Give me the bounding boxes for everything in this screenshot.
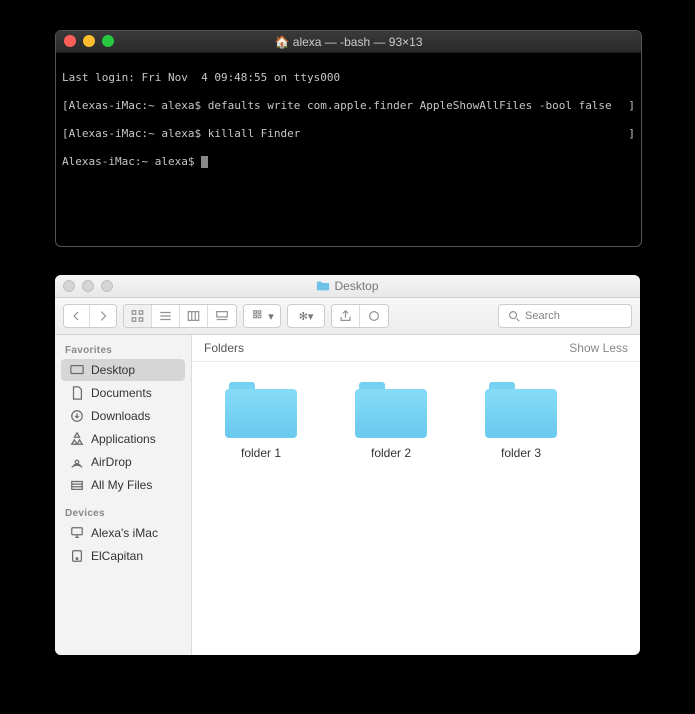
terminal-line: Alexas-iMac:~ alexa$ bbox=[62, 155, 635, 169]
finder-title: Desktop bbox=[334, 279, 378, 293]
sidebar-item-documents[interactable]: Documents bbox=[61, 382, 185, 404]
action-button[interactable]: ✻▾ bbox=[288, 305, 324, 327]
share-button[interactable] bbox=[332, 305, 360, 327]
sidebar-item-label: Applications bbox=[91, 432, 156, 446]
sidebar-item-imac[interactable]: Alexa's iMac bbox=[61, 522, 185, 544]
sidebar-item-label: Downloads bbox=[91, 409, 150, 423]
sidebar-header-favorites: Favorites bbox=[55, 341, 191, 358]
folder-item[interactable]: folder 1 bbox=[216, 382, 306, 460]
sidebar-item-allmyfiles[interactable]: All My Files bbox=[61, 474, 185, 496]
finder-sidebar: Favorites Desktop Documents Downloads Ap… bbox=[55, 335, 192, 655]
close-button[interactable] bbox=[64, 35, 76, 47]
finder-titlebar: Desktop bbox=[55, 275, 640, 298]
sidebar-item-applications[interactable]: Applications bbox=[61, 428, 185, 450]
folder-icon bbox=[485, 382, 557, 438]
disk-icon bbox=[69, 548, 85, 564]
search-icon bbox=[505, 309, 523, 323]
view-coverflow-button[interactable] bbox=[208, 305, 236, 327]
view-column-button[interactable] bbox=[180, 305, 208, 327]
close-button[interactable] bbox=[63, 280, 75, 292]
arrange-button[interactable]: ▾ bbox=[244, 305, 280, 327]
tags-button[interactable] bbox=[360, 305, 388, 327]
finder-toolbar: ▾ ✻▾ bbox=[55, 298, 640, 335]
gear-icon: ✻ bbox=[299, 310, 308, 323]
folder-icon bbox=[355, 382, 427, 438]
sidebar-item-label: ElCapitan bbox=[91, 549, 143, 563]
search-input[interactable] bbox=[523, 309, 607, 323]
sidebar-item-label: Desktop bbox=[91, 363, 135, 377]
terminal-content[interactable]: Last login: Fri Nov 4 09:48:55 on ttys00… bbox=[56, 53, 641, 201]
section-label: Folders bbox=[204, 341, 244, 355]
terminal-title: alexa — -bash — 93×13 bbox=[293, 35, 423, 49]
back-button[interactable] bbox=[64, 305, 90, 327]
desktop-icon bbox=[69, 362, 85, 378]
applications-icon bbox=[69, 431, 85, 447]
terminal-line: [Alexas-iMac:~ alexa$ defaults write com… bbox=[62, 99, 635, 113]
finder-window: Desktop ▾ ✻▾ bbox=[55, 275, 640, 655]
documents-icon bbox=[69, 385, 85, 401]
folder-label: folder 2 bbox=[371, 446, 411, 460]
terminal-titlebar: 🏠 alexa — -bash — 93×13 bbox=[56, 31, 641, 53]
sidebar-header-devices: Devices bbox=[55, 504, 191, 521]
forward-button[interactable] bbox=[90, 305, 116, 327]
allmyfiles-icon bbox=[69, 477, 85, 493]
sidebar-item-downloads[interactable]: Downloads bbox=[61, 405, 185, 427]
terminal-line: [Alexas-iMac:~ alexa$ killall Finder] bbox=[62, 127, 635, 141]
view-list-button[interactable] bbox=[152, 305, 180, 327]
zoom-button[interactable] bbox=[101, 280, 113, 292]
sidebar-item-label: Alexa's iMac bbox=[91, 526, 158, 540]
view-icon-button[interactable] bbox=[124, 305, 152, 327]
folder-icon bbox=[316, 279, 330, 293]
folder-icon bbox=[225, 382, 297, 438]
folder-item[interactable]: folder 2 bbox=[346, 382, 436, 460]
folder-label: folder 3 bbox=[501, 446, 541, 460]
sidebar-item-elcapitan[interactable]: ElCapitan bbox=[61, 545, 185, 567]
imac-icon bbox=[69, 525, 85, 541]
folder-label: folder 1 bbox=[241, 446, 281, 460]
search-field[interactable] bbox=[498, 304, 632, 328]
minimize-button[interactable] bbox=[82, 280, 94, 292]
sidebar-item-label: All My Files bbox=[91, 478, 152, 492]
terminal-line: Last login: Fri Nov 4 09:48:55 on ttys00… bbox=[62, 71, 635, 85]
airdrop-icon bbox=[69, 454, 85, 470]
zoom-button[interactable] bbox=[102, 35, 114, 47]
sidebar-item-label: AirDrop bbox=[91, 455, 132, 469]
cursor bbox=[201, 156, 208, 168]
sidebar-item-airdrop[interactable]: AirDrop bbox=[61, 451, 185, 473]
folder-item[interactable]: folder 3 bbox=[476, 382, 566, 460]
sidebar-item-desktop[interactable]: Desktop bbox=[61, 359, 185, 381]
minimize-button[interactable] bbox=[83, 35, 95, 47]
terminal-window: 🏠 alexa — -bash — 93×13 Last login: Fri … bbox=[55, 30, 642, 247]
sidebar-item-label: Documents bbox=[91, 386, 152, 400]
show-less-link[interactable]: Show Less bbox=[569, 341, 628, 355]
finder-content: Folders Show Less folder 1 folder 2 fold… bbox=[192, 335, 640, 655]
home-icon: 🏠 bbox=[274, 35, 289, 49]
downloads-icon bbox=[69, 408, 85, 424]
